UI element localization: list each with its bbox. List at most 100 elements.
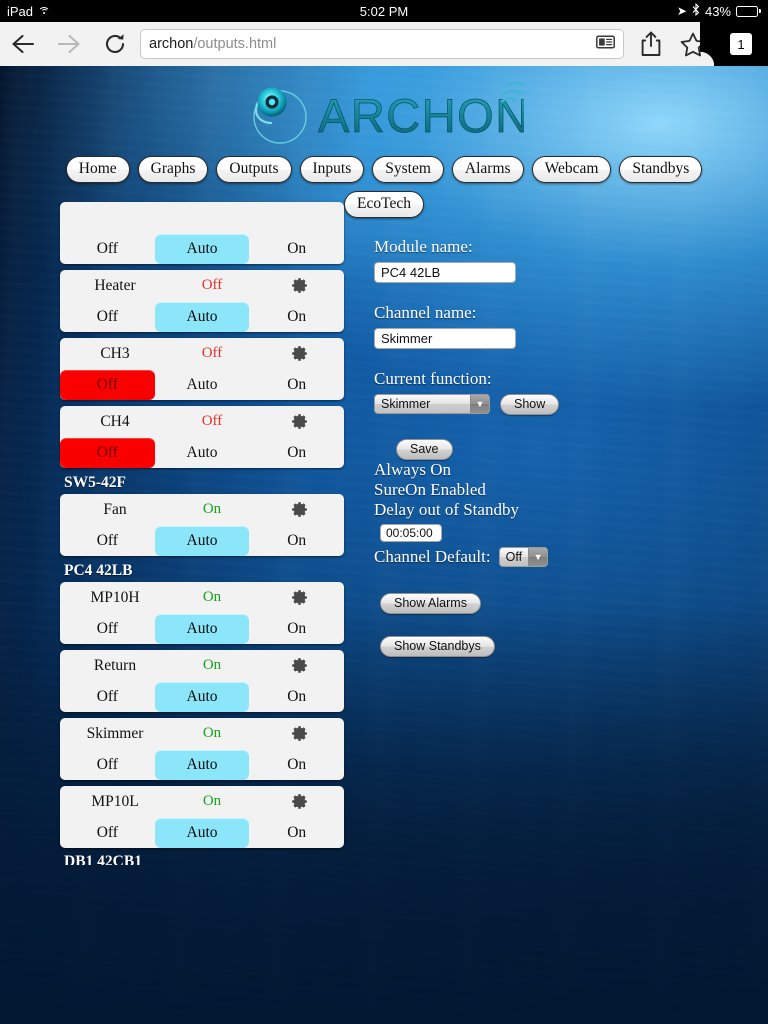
output-group-label: SW5-42F <box>64 473 126 491</box>
gear-icon[interactable] <box>254 589 344 606</box>
channel-name-input[interactable]: Skimmer <box>374 327 516 349</box>
status-sureon-enabled: SureOn Enabled <box>374 479 486 499</box>
gear-icon[interactable] <box>254 725 344 742</box>
output-channel-status: On <box>202 725 222 742</box>
output-channel-status: Off <box>201 345 223 362</box>
reader-view-icon[interactable] <box>596 35 615 53</box>
output-mode-auto-button[interactable]: Auto <box>155 370 250 400</box>
output-mode-off-button[interactable]: Off <box>60 526 155 556</box>
chevron-down-icon: ▼ <box>470 395 489 414</box>
output-mode-auto-button[interactable]: Auto <box>154 301 250 332</box>
archon-logo: ARCHON <box>244 77 524 149</box>
nav-item-webcam[interactable]: Webcam <box>531 156 612 183</box>
status-delay-out-of-standby: Delay out of Standby <box>374 499 519 519</box>
nav-item-graphs[interactable]: Graphs <box>137 156 209 183</box>
output-card-header <box>60 202 344 234</box>
output-card-header: MP10L On <box>60 786 344 818</box>
battery-percent-label: 43% <box>704 3 731 19</box>
output-mode-off-button[interactable]: Off <box>60 302 155 332</box>
forward-arrow-icon[interactable] <box>46 22 92 66</box>
output-channel-status: On <box>202 501 222 518</box>
url-host: archon <box>149 36 194 52</box>
nav-item-outputs[interactable]: Outputs <box>216 156 292 183</box>
tab-overview-button[interactable]: 1 <box>714 22 768 66</box>
output-mode-off-button[interactable]: Off <box>60 682 155 712</box>
output-mode-off-button[interactable]: Off <box>60 750 155 780</box>
output-mode-on-button[interactable]: On <box>249 302 344 332</box>
delay-time-input[interactable]: 00:05:00 <box>380 523 442 542</box>
save-button[interactable]: Save <box>396 438 453 460</box>
show-function-button[interactable]: Show <box>500 393 560 415</box>
status-bar-right: ➤ 43% <box>676 2 761 19</box>
output-mode-off-button[interactable]: Off <box>60 437 155 468</box>
show-standbys-button[interactable]: Show Standbys <box>380 635 495 657</box>
nav-item-inputs[interactable]: Inputs <box>299 156 365 183</box>
output-mode-on-button[interactable]: On <box>249 750 344 780</box>
output-channel-card: MP10H On Off Auto On <box>60 581 344 644</box>
gear-icon[interactable] <box>254 413 344 430</box>
back-arrow-icon[interactable] <box>0 22 46 66</box>
gear-icon[interactable] <box>254 793 344 810</box>
output-mode-on-button[interactable]: On <box>249 234 344 264</box>
archon-swirl-icon: ARCHON <box>253 81 524 144</box>
share-icon[interactable] <box>630 22 672 66</box>
output-mode-on-button[interactable]: On <box>249 818 344 848</box>
output-channel-card: Heater Off Off Auto On <box>60 269 344 332</box>
output-mode-auto-button[interactable]: Auto <box>155 438 250 468</box>
output-mode-buttons: Off Auto On <box>60 301 344 332</box>
output-mode-on-button[interactable]: On <box>249 682 344 712</box>
gear-icon[interactable] <box>254 501 344 518</box>
ios-status-bar: iPad 5:02 PM ➤ 43% <box>0 0 768 22</box>
output-card-header: CH3 Off <box>60 338 344 370</box>
output-channel-status: On <box>202 589 222 606</box>
tab-count-label: 1 <box>730 33 752 55</box>
output-mode-off-button[interactable]: Off <box>60 369 155 400</box>
output-card-header: MP10H On <box>60 582 344 614</box>
output-mode-auto-button[interactable]: Auto <box>154 525 250 556</box>
site-header: ARCHON <box>0 66 768 156</box>
gear-icon[interactable] <box>254 345 344 362</box>
output-channel-name: CH3 <box>100 344 130 362</box>
main-content: Off Auto On Heater Off Off Auto On CH3 Off Off Auto… <box>0 201 768 867</box>
url-bar[interactable]: archon/outputs.html <box>140 29 624 59</box>
gear-icon[interactable] <box>254 277 344 294</box>
output-mode-on-button[interactable]: On <box>249 370 344 400</box>
output-mode-auto-button[interactable]: Auto <box>154 817 250 848</box>
status-always-on: Always On <box>374 459 451 479</box>
output-channel-card: Return On Off Auto On <box>60 649 344 712</box>
output-card-header: CH4 Off <box>60 406 344 438</box>
output-card-header: Skimmer On <box>60 718 344 750</box>
output-channel-card: Skimmer On Off Auto On <box>60 717 344 780</box>
gear-icon[interactable] <box>254 657 344 674</box>
output-mode-auto-button[interactable]: Auto <box>154 681 250 712</box>
output-mode-auto-button[interactable]: Auto <box>154 749 250 780</box>
outputs-list: Off Auto On Heater Off Off Auto On CH3 Off Off Auto… <box>60 201 360 867</box>
output-mode-off-button[interactable]: Off <box>60 234 155 264</box>
nav-item-system[interactable]: System <box>372 156 444 183</box>
nav-item-standbys[interactable]: Standbys <box>619 156 703 183</box>
channel-default-select[interactable]: Off ▼ <box>498 546 549 567</box>
show-alarms-button[interactable]: Show Alarms <box>380 592 481 614</box>
output-channel-name: Return <box>93 656 137 674</box>
output-group-label: DB1 42CB1 <box>64 853 142 865</box>
nav-item-ecotech[interactable]: EcoTech <box>344 190 424 218</box>
nav-item-home[interactable]: Home <box>65 156 130 183</box>
output-mode-auto-button[interactable]: Auto <box>154 233 250 264</box>
output-card-header: Fan On <box>60 494 344 526</box>
location-arrow-icon: ➤ <box>676 4 687 18</box>
output-mode-on-button[interactable]: On <box>249 526 344 556</box>
output-mode-off-button[interactable]: Off <box>60 818 155 848</box>
browser-toolbar: archon/outputs.html 1 <box>0 22 768 66</box>
output-mode-off-button[interactable]: Off <box>60 614 155 644</box>
output-mode-on-button[interactable]: On <box>249 438 344 468</box>
module-name-input[interactable]: PC4 42LB <box>374 261 516 283</box>
output-mode-buttons: Off Auto On <box>60 749 344 780</box>
output-mode-on-button[interactable]: On <box>249 614 344 644</box>
output-channel-card: CH3 Off Off Auto On <box>60 337 344 400</box>
ipad-screen: iPad 5:02 PM ➤ 43% archon /outputs.html … <box>0 0 768 1024</box>
nav-item-alarms[interactable]: Alarms <box>451 156 524 183</box>
current-function-select[interactable]: Skimmer ▼ <box>374 394 490 415</box>
reload-icon[interactable] <box>92 22 138 66</box>
output-mode-auto-button[interactable]: Auto <box>154 613 250 644</box>
output-channel-name: Fan <box>103 500 127 518</box>
